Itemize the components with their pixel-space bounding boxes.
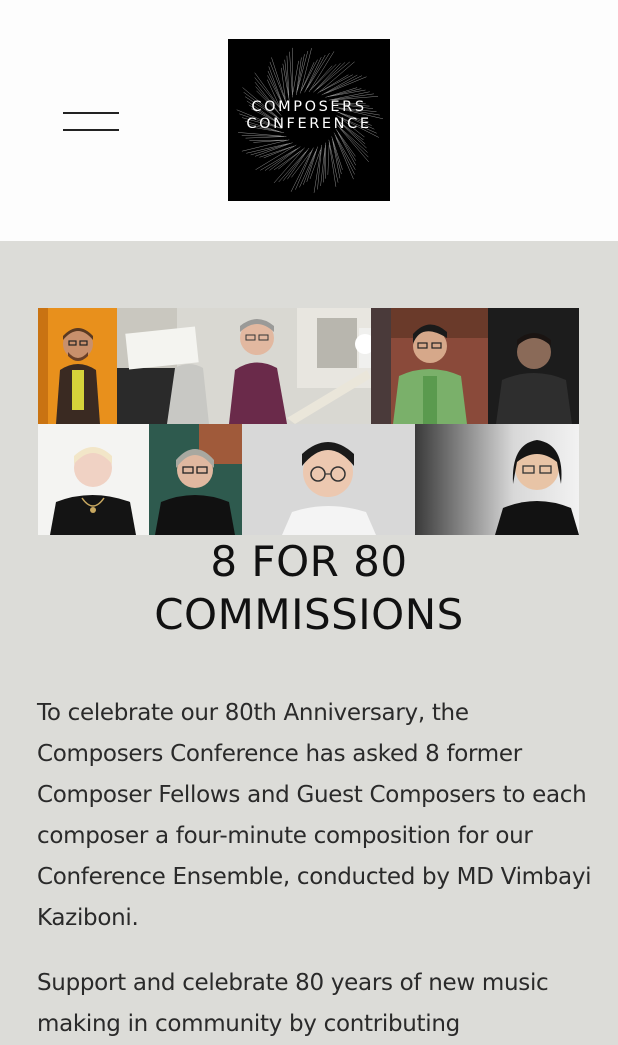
logo-burst-ray bbox=[300, 48, 311, 93]
logo-burst-ray bbox=[330, 90, 365, 96]
composers-photo-collage bbox=[38, 308, 579, 535]
composer-photo-7 bbox=[242, 424, 415, 535]
logo-burst-ray bbox=[279, 152, 306, 182]
logo-burst-ray bbox=[265, 148, 298, 171]
headline-line1: 8 FOR 80 bbox=[0, 538, 618, 586]
hamburger-menu-icon[interactable] bbox=[63, 110, 119, 134]
composer-photo-5 bbox=[38, 424, 149, 535]
logo-text-line1: COMPOSERS bbox=[228, 99, 390, 116]
logo-burst-ray bbox=[296, 57, 301, 95]
composer-photo-6 bbox=[149, 424, 242, 535]
logo-text-line2: CONFERENCE bbox=[228, 116, 390, 133]
composer-photo-2 bbox=[117, 308, 371, 424]
composers-conference-logo[interactable]: COMPOSERS CONFERENCE bbox=[228, 39, 390, 201]
logo-burst-ray bbox=[255, 143, 292, 157]
menu-line-top bbox=[63, 112, 119, 114]
headline-line2: COMMISSIONS bbox=[0, 591, 618, 639]
logo-burst-ray bbox=[322, 75, 353, 91]
composer-photo-4 bbox=[488, 308, 579, 424]
composer-photo-1 bbox=[38, 308, 117, 424]
support-paragraph: Support and celebrate 80 years of new mu… bbox=[37, 963, 597, 1045]
logo-burst-ray bbox=[323, 145, 325, 182]
logo-burst-ray bbox=[307, 147, 318, 182]
menu-line-bottom bbox=[63, 129, 119, 131]
logo-burst-ray bbox=[274, 151, 301, 170]
logo-burst-ray bbox=[289, 52, 292, 98]
site-header: COMPOSERS CONFERENCE bbox=[0, 0, 618, 241]
logo-burst-ray bbox=[332, 139, 341, 174]
logo-burst-ray bbox=[246, 136, 287, 138]
logo-burst-ray bbox=[328, 145, 329, 175]
intro-paragraph: To celebrate our 80th Anniversary, the C… bbox=[37, 693, 597, 939]
composer-photo-3 bbox=[371, 308, 488, 424]
composer-photo-8 bbox=[415, 424, 579, 535]
logo-burst-ray bbox=[336, 137, 354, 179]
